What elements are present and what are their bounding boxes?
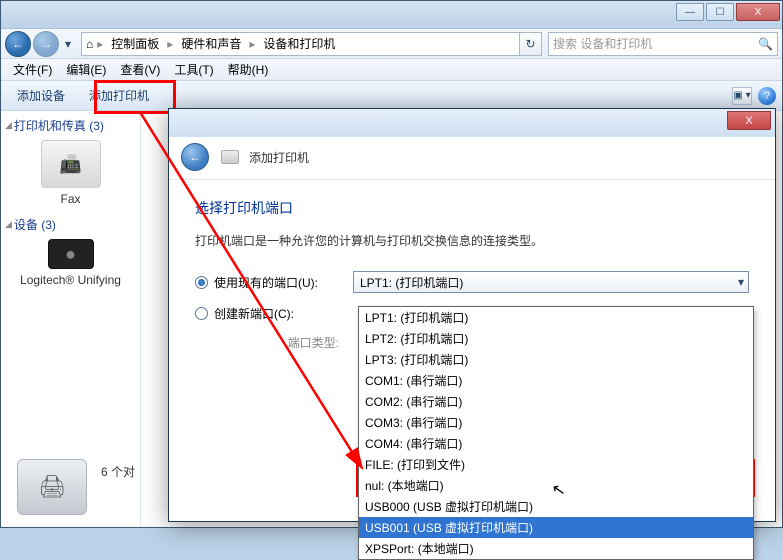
- add-printer-button[interactable]: 添加打印机: [79, 83, 159, 108]
- menu-help[interactable]: 帮助(H): [222, 59, 275, 80]
- port-option[interactable]: COM3: (串行端口): [359, 412, 753, 433]
- dialog-close-button[interactable]: X: [727, 111, 771, 130]
- menu-bar: 文件(F) 编辑(E) 查看(V) 工具(T) 帮助(H): [1, 59, 782, 81]
- refresh-button[interactable]: ↻: [520, 32, 542, 56]
- port-type-label: 端口类型:: [195, 334, 345, 351]
- port-option[interactable]: COM2: (串行端口): [359, 391, 753, 412]
- menu-edit[interactable]: 编辑(E): [60, 59, 112, 80]
- breadcrumb-item[interactable]: 硬件和声音: [177, 33, 245, 54]
- printer-camera-icon: 🖨: [17, 459, 87, 515]
- port-option[interactable]: COM4: (串行端口): [359, 433, 753, 454]
- device-receiver[interactable]: ● Logitech® Unifying: [5, 239, 136, 287]
- device-large-icon[interactable]: 🖨: [12, 459, 92, 519]
- port-option[interactable]: LPT3: (打印机端口): [359, 349, 753, 370]
- search-placeholder: 搜索 设备和打印机: [553, 35, 652, 52]
- menu-file[interactable]: 文件(F): [7, 59, 58, 80]
- dialog-titlebar: X: [169, 109, 775, 137]
- create-new-radio[interactable]: 创建新端口(C):: [195, 305, 345, 322]
- printer-icon: [221, 150, 239, 164]
- usb-receiver-icon: ●: [48, 239, 94, 269]
- view-options-button[interactable]: ▣ ▾: [732, 87, 752, 105]
- device-label: Fax: [60, 192, 80, 206]
- breadcrumb-sep-icon: ▸: [167, 37, 173, 51]
- chevron-down-icon: ▾: [738, 275, 744, 289]
- device-fax[interactable]: 📠 Fax: [5, 140, 136, 206]
- device-label: Logitech® Unifying: [20, 273, 121, 287]
- radio-icon: [195, 276, 208, 289]
- maximize-button[interactable]: ☐: [706, 3, 734, 21]
- group-label: 打印机和传真 (3): [14, 117, 104, 134]
- window-titlebar: — ☐ X: [1, 1, 782, 29]
- nav-forward-button[interactable]: →: [33, 31, 59, 57]
- add-device-button[interactable]: 添加设备: [7, 83, 75, 108]
- search-input[interactable]: 搜索 设备和打印机 🔍: [548, 32, 778, 56]
- breadcrumb-item[interactable]: 设备和打印机: [259, 33, 339, 54]
- command-bar: 添加设备 添加打印机 ▣ ▾ ?: [1, 81, 782, 111]
- select-value: LPT1: (打印机端口): [360, 274, 463, 291]
- nav-history-dropdown[interactable]: ▾: [61, 31, 75, 57]
- port-option[interactable]: COM1: (串行端口): [359, 370, 753, 391]
- address-bar: ← → ▾ ⌂ ▸ 控制面板 ▸ 硬件和声音 ▸ 设备和打印机 ↻ 搜索 设备和…: [1, 29, 782, 59]
- root-icon: ⌂: [86, 37, 93, 51]
- minimize-button[interactable]: —: [676, 3, 704, 21]
- radio-label: 创建新端口(C):: [214, 305, 294, 322]
- port-dropdown-list[interactable]: LPT1: (打印机端口)LPT2: (打印机端口)LPT3: (打印机端口)C…: [358, 306, 754, 560]
- dialog-header: ← 添加打印机: [169, 137, 775, 180]
- dialog-description: 打印机端口是一种允许您的计算机与打印机交换信息的连接类型。: [195, 232, 749, 249]
- breadcrumb-sep-icon: ▸: [97, 37, 103, 51]
- port-option[interactable]: FILE: (打印到文件): [359, 454, 753, 475]
- nav-back-button[interactable]: ←: [5, 31, 31, 57]
- menu-view[interactable]: 查看(V): [114, 59, 166, 80]
- radio-icon: [195, 307, 208, 320]
- fax-icon: 📠: [41, 140, 101, 188]
- use-existing-radio[interactable]: 使用现有的端口(U):: [195, 274, 345, 291]
- group-label: 设备 (3): [14, 216, 56, 233]
- port-select[interactable]: LPT1: (打印机端口) ▾: [353, 271, 749, 293]
- breadcrumb[interactable]: ⌂ ▸ 控制面板 ▸ 硬件和声音 ▸ 设备和打印机: [81, 32, 520, 56]
- dialog-back-button[interactable]: ←: [181, 143, 209, 171]
- port-option[interactable]: XPSPort: (本地端口): [359, 538, 753, 559]
- breadcrumb-sep-icon: ▸: [249, 37, 255, 51]
- breadcrumb-item[interactable]: 控制面板: [107, 33, 163, 54]
- help-button[interactable]: ?: [758, 87, 776, 105]
- search-icon: 🔍: [758, 37, 773, 51]
- menu-tools[interactable]: 工具(T): [168, 59, 219, 80]
- group-header-devices[interactable]: ◢ 设备 (3): [5, 216, 136, 233]
- group-header-printers[interactable]: ◢ 打印机和传真 (3): [5, 117, 136, 134]
- radio-label: 使用现有的端口(U):: [214, 274, 318, 291]
- port-option[interactable]: LPT1: (打印机端口): [359, 307, 753, 328]
- close-button[interactable]: X: [736, 3, 780, 21]
- count-text: 6 个对: [101, 463, 135, 480]
- collapse-icon: ◢: [5, 219, 12, 230]
- dialog-title: 添加打印机: [249, 149, 309, 166]
- dialog-heading: 选择打印机端口: [195, 198, 749, 218]
- collapse-icon: ◢: [5, 120, 12, 131]
- port-option[interactable]: LPT2: (打印机端口): [359, 328, 753, 349]
